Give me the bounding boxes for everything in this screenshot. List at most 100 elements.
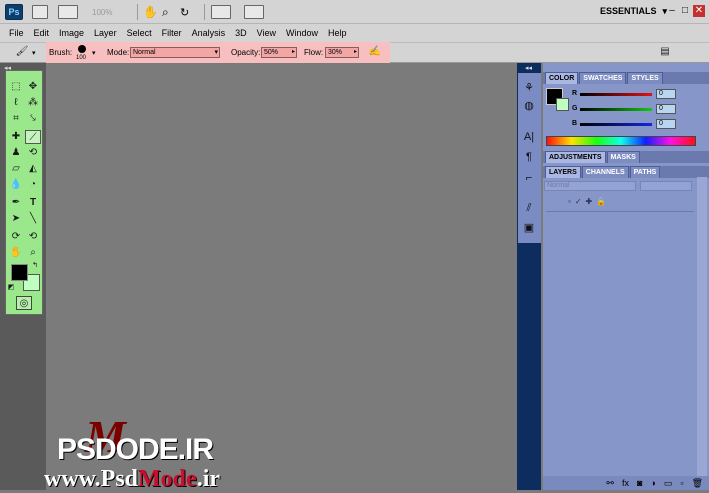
clone-stamp-tool-icon[interactable]: ♟ (8, 146, 24, 160)
minimize-icon[interactable]: – (666, 5, 678, 17)
quick-mask-icon[interactable]: ◎ (16, 296, 32, 310)
chevron-down-icon[interactable]: ▾ (92, 49, 96, 57)
menu-image[interactable]: Image (54, 24, 89, 42)
clone-source-icon[interactable]: ⌐ (522, 171, 536, 185)
rotate-view-icon[interactable]: ↻ (180, 4, 189, 20)
paragraph-icon[interactable]: ¶ (522, 150, 536, 164)
crop-tool-icon[interactable]: ⌗ (8, 112, 24, 126)
pen-tool-icon[interactable]: ✒ (8, 196, 24, 210)
new-group-icon[interactable]: ▭ (664, 478, 673, 489)
menu-filter[interactable]: Filter (157, 24, 187, 42)
layer-lock-icons[interactable]: ▫✓✚🔒 (546, 197, 691, 209)
tools-panel: ⬚ ✥ ℓ ⁂ ⌗ ⤥ ✚ ⟋ ♟ ⟲ ▱ ◭ 💧 ◔ ✒ T ➤ ╲ ⟳ ⟲ … (5, 70, 43, 315)
opacity-field[interactable]: 50% ▸ (261, 47, 297, 58)
hand-tool-icon[interactable]: ✋ (8, 246, 24, 260)
tab-layers[interactable]: LAYERS (545, 166, 581, 178)
layers-scrollbar[interactable] (697, 177, 707, 477)
color-spectrum[interactable] (546, 136, 696, 146)
screen-mode-icon[interactable] (244, 4, 264, 20)
type-tool-icon[interactable]: T (25, 196, 41, 210)
zoom-level[interactable]: 100% (92, 4, 112, 20)
trash-icon[interactable]: 🗑 (692, 478, 703, 489)
character-icon[interactable]: A| (522, 130, 536, 144)
menu-select[interactable]: Select (122, 24, 157, 42)
tab-styles[interactable]: STYLES (627, 72, 663, 84)
close-icon[interactable]: ✕ (693, 5, 705, 17)
chevron-down-icon[interactable]: ▾ (32, 49, 36, 57)
airbrush-icon[interactable]: ✍ (367, 45, 383, 59)
triangle-right-icon: ▸ (353, 49, 357, 55)
tab-paths[interactable]: PATHS (629, 166, 661, 178)
healing-brush-tool-icon[interactable]: ✚ (8, 130, 24, 144)
blue-slider[interactable] (580, 123, 652, 126)
flow-label: Flow: (304, 48, 324, 57)
marquee-tool-icon[interactable]: ⬚ (8, 80, 24, 94)
hand-tool-icon[interactable]: ✋ (143, 4, 158, 20)
red-value[interactable]: 0 (656, 89, 676, 99)
zoom-tool-icon[interactable]: ⌕ (25, 246, 41, 260)
menu-3d[interactable]: 3D (230, 24, 252, 42)
new-layer-icon[interactable]: ▫ (680, 478, 683, 488)
eyedropper-tool-icon[interactable]: ⤥ (25, 112, 41, 126)
menu-help[interactable]: Help (323, 24, 352, 42)
opacity-value: 50% (264, 49, 279, 56)
3d-orbit-tool-icon[interactable]: ⟲ (25, 230, 41, 244)
zoom-tool-icon[interactable]: ⌕ (162, 4, 169, 20)
menu-file[interactable]: File (4, 24, 29, 42)
view-extras-icon[interactable] (58, 4, 78, 20)
add-mask-icon[interactable]: ◙ (637, 478, 642, 488)
workspace-switcher[interactable]: ESSENTIALS ▾ (600, 6, 667, 17)
blur-tool-icon[interactable]: 💧 (8, 178, 24, 192)
history-icon[interactable]: ⚘ (522, 81, 536, 95)
collapse-arrows-icon[interactable]: ◂◂ (525, 64, 532, 72)
magic-wand-tool-icon[interactable]: ⁂ (25, 96, 41, 110)
brush-tool-preset-icon[interactable]: 🖌 (14, 45, 30, 59)
tab-swatches[interactable]: SWATCHES (579, 72, 627, 84)
blend-mode-select[interactable]: Normal (544, 181, 636, 191)
foreground-color-swatch[interactable] (11, 264, 28, 281)
adjustment-layer-icon[interactable]: ◑ (650, 478, 655, 488)
default-colors-icon[interactable]: ◩ (7, 281, 15, 295)
lasso-tool-icon[interactable]: ℓ (8, 96, 24, 110)
blue-value[interactable]: 0 (656, 119, 676, 129)
line-tool-icon[interactable]: ╲ (25, 212, 41, 226)
link-layers-icon[interactable]: ⚯ (606, 478, 614, 489)
panel-toggle-icon[interactable]: ▤ (657, 45, 673, 59)
menu-edit[interactable]: Edit (29, 24, 55, 42)
3d-rotate-tool-icon[interactable]: ⟳ (8, 230, 24, 244)
eraser-tool-icon[interactable]: ▱ (8, 162, 24, 176)
menu-view[interactable]: View (252, 24, 281, 42)
tab-adjustments[interactable]: ADJUSTMENTS (545, 151, 606, 163)
menu-layer[interactable]: Layer (89, 24, 122, 42)
swap-colors-icon[interactable]: ↰ (30, 259, 40, 273)
layer-opacity-field[interactable] (640, 181, 692, 191)
maximize-icon[interactable]: □ (679, 5, 691, 17)
green-value[interactable]: 0 (656, 104, 676, 114)
menu-window[interactable]: Window (281, 24, 323, 42)
menu-analysis[interactable]: Analysis (187, 24, 231, 42)
move-tool-icon[interactable]: ✥ (25, 80, 41, 94)
paint-bucket-tool-icon[interactable]: ◭ (25, 162, 41, 176)
brush-label: Brush: (49, 48, 73, 57)
arrange-documents-icon[interactable] (211, 4, 231, 20)
layer-comps-icon[interactable]: ▣ (522, 221, 536, 235)
green-slider[interactable] (580, 108, 652, 111)
actions-icon[interactable]: ◍ (522, 99, 536, 113)
brushes-icon[interactable]: ⫽ (522, 201, 536, 215)
brush-preview-icon[interactable] (78, 45, 86, 53)
tab-color[interactable]: COLOR (545, 72, 579, 84)
background-color-swatch[interactable] (556, 98, 569, 111)
tab-masks[interactable]: MASKS (606, 151, 640, 163)
photoshop-logo[interactable]: Ps (5, 4, 23, 20)
layer-style-icon[interactable]: fx (622, 478, 629, 488)
color-panel-tabs: COLOR SWATCHES STYLES (543, 72, 709, 84)
brush-tool-icon[interactable]: ⟋ (25, 130, 41, 144)
tab-channels[interactable]: CHANNELS (581, 166, 629, 178)
path-selection-tool-icon[interactable]: ➤ (8, 212, 24, 226)
mode-select[interactable]: Normal ▾ (130, 47, 220, 58)
bridge-icon[interactable] (32, 4, 48, 20)
red-slider[interactable] (580, 93, 652, 96)
history-brush-tool-icon[interactable]: ⟲ (25, 146, 41, 160)
dodge-tool-icon[interactable]: ◔ (25, 178, 41, 192)
flow-field[interactable]: 30% ▸ (325, 47, 359, 58)
